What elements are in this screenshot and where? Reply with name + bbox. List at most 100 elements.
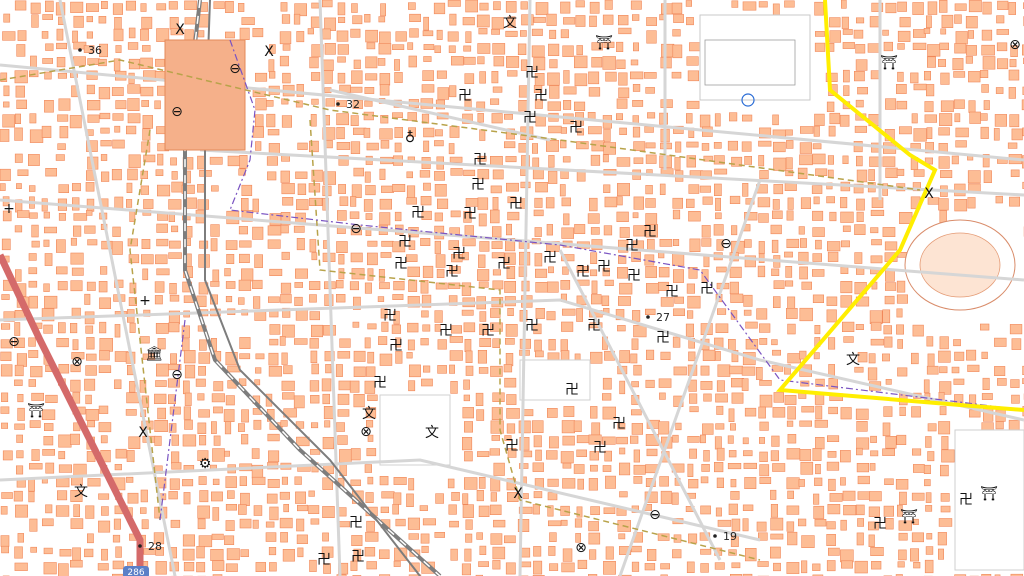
hospital-icon[interactable]: + [3, 201, 15, 217]
building-block [660, 3, 674, 15]
building-block [743, 462, 758, 469]
temple-icon[interactable]: 卍 [471, 177, 485, 193]
museum-icon[interactable]: 🏛 [145, 345, 163, 362]
building-block [70, 237, 77, 246]
building-block [127, 113, 141, 124]
post-office-icon[interactable]: ⊗ [1009, 37, 1021, 53]
temple-icon[interactable]: 卍 [481, 323, 495, 339]
topographic-map[interactable]: 36 32 27 19 28 286 卍 卍 卍 卍 卍 卍 卍 卍 卍 卍 卍… [0, 0, 1024, 576]
building-block [562, 462, 572, 469]
government-office-icon[interactable]: ⊖ [350, 221, 362, 237]
building-block [826, 521, 836, 530]
shrine-icon[interactable]: ⛩ [595, 35, 613, 51]
temple-icon[interactable]: 卍 [351, 549, 365, 565]
factory-icon[interactable]: ⚙ [199, 456, 212, 472]
temple-icon[interactable]: 卍 [873, 516, 887, 532]
building-block [759, 464, 770, 477]
government-office-icon[interactable]: ⊖ [229, 61, 241, 77]
temple-icon[interactable]: 卍 [665, 284, 679, 300]
monument-icon[interactable]: ♁ [405, 130, 415, 146]
temple-icon[interactable]: 卍 [383, 308, 397, 324]
temple-icon[interactable]: 卍 [317, 552, 331, 568]
temple-icon[interactable]: 卍 [473, 152, 487, 168]
temple-icon[interactable]: 卍 [534, 88, 548, 104]
temple-icon[interactable]: 卍 [593, 440, 607, 456]
temple-icon[interactable]: 卍 [509, 196, 523, 212]
temple-icon[interactable]: 卍 [411, 205, 425, 221]
government-office-icon[interactable]: ⊖ [171, 367, 183, 383]
police-box-icon[interactable]: X [924, 186, 934, 202]
temple-icon[interactable]: 卍 [627, 268, 641, 284]
temple-icon[interactable]: 卍 [597, 259, 611, 275]
government-office-icon[interactable]: ⊖ [649, 507, 661, 523]
temple-icon[interactable]: 卍 [398, 234, 412, 250]
temple-icon[interactable]: 卍 [439, 323, 453, 339]
post-office-icon[interactable]: ⊗ [71, 354, 83, 370]
temple-icon[interactable]: 卍 [523, 110, 537, 126]
building-block [953, 99, 965, 109]
temple-icon[interactable]: 卍 [452, 246, 466, 262]
temple-icon[interactable]: 卍 [458, 88, 472, 104]
school-icon[interactable]: 文 [425, 425, 439, 441]
building-block [629, 71, 644, 80]
building-block [924, 101, 934, 113]
government-office-icon[interactable]: ⊖ [8, 334, 20, 350]
temple-icon[interactable]: 卍 [497, 256, 511, 272]
building-block [198, 352, 211, 364]
temple-icon[interactable]: 卍 [656, 330, 670, 346]
temple-icon[interactable]: 卍 [349, 515, 363, 531]
building-block [297, 547, 304, 558]
government-office-icon[interactable]: ⊖ [720, 236, 732, 252]
building-block [869, 463, 876, 471]
building-block [660, 351, 671, 361]
shrine-icon[interactable]: ⛩ [900, 509, 918, 525]
building-block [618, 462, 631, 476]
temple-icon[interactable]: 卍 [569, 120, 583, 136]
map-canvas[interactable]: 36 32 27 19 28 286 卍 卍 卍 卍 卍 卍 卍 卍 卍 卍 卍… [0, 0, 1024, 576]
temple-icon[interactable]: 卍 [394, 256, 408, 272]
temple-icon[interactable]: 卍 [587, 318, 601, 334]
temple-icon[interactable]: 卍 [525, 318, 539, 334]
hospital-icon[interactable]: + [139, 293, 151, 309]
temple-icon[interactable]: 卍 [505, 438, 519, 454]
temple-icon[interactable]: 卍 [373, 375, 387, 391]
government-office-icon[interactable]: ⊖ [171, 104, 183, 120]
school-icon[interactable]: 文 [362, 406, 376, 422]
police-box-icon[interactable]: X [513, 486, 523, 502]
shrine-icon[interactable]: ⛩ [980, 486, 998, 502]
building-block [55, 239, 66, 253]
building-block [407, 517, 421, 530]
temple-icon[interactable]: 卍 [643, 224, 657, 240]
building-block [282, 324, 295, 338]
temple-icon[interactable]: 卍 [543, 250, 557, 266]
building-block [770, 517, 784, 531]
building-block [199, 434, 207, 446]
school-icon[interactable]: 文 [846, 352, 860, 368]
temple-icon[interactable]: 卍 [463, 206, 477, 222]
building-block [111, 169, 122, 181]
building-block [616, 157, 631, 167]
police-box-icon[interactable]: X [138, 425, 148, 441]
temple-icon[interactable]: 卍 [700, 281, 714, 297]
temple-icon[interactable]: 卍 [565, 382, 579, 398]
police-box-icon[interactable]: X [175, 22, 185, 38]
post-office-icon[interactable]: ⊗ [360, 424, 372, 440]
building-block [547, 72, 560, 86]
temple-icon[interactable]: 卍 [612, 416, 626, 432]
temple-icon[interactable]: 卍 [959, 492, 973, 508]
school-icon[interactable]: 文 [74, 484, 88, 500]
school-icon[interactable]: 文 [503, 15, 517, 31]
temple-icon[interactable]: 卍 [525, 65, 539, 81]
building-block [812, 153, 826, 165]
building-block [758, 406, 766, 419]
building-block [58, 363, 70, 374]
temple-icon[interactable]: 卍 [445, 264, 459, 280]
temple-icon[interactable]: 卍 [576, 264, 590, 280]
shrine-icon[interactable]: ⛩ [880, 55, 898, 71]
post-office-icon[interactable]: ⊗ [575, 540, 587, 556]
shrine-icon[interactable]: ⛩ [27, 403, 45, 419]
building-block [590, 154, 601, 166]
police-box-icon[interactable]: X [264, 44, 274, 60]
temple-icon[interactable]: 卍 [625, 238, 639, 254]
temple-icon[interactable]: 卍 [389, 338, 403, 354]
